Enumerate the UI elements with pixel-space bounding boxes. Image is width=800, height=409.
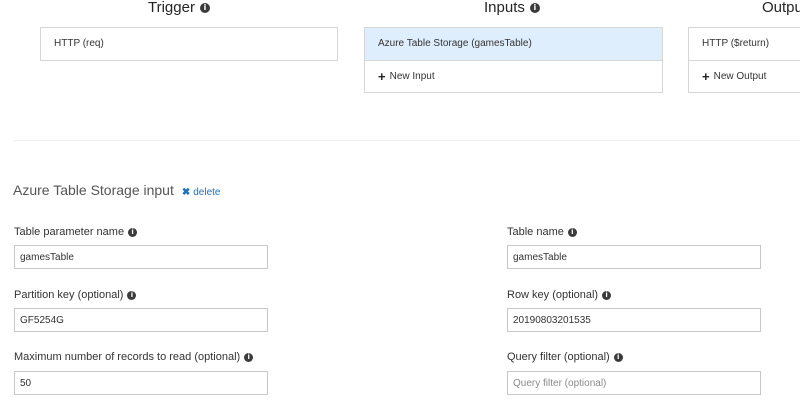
- table-name-label: Table name i: [507, 226, 577, 238]
- info-icon[interactable]: i: [602, 290, 612, 300]
- info-icon[interactable]: i: [199, 3, 210, 13]
- new-input-label: New Input: [389, 70, 435, 82]
- partition-key-input[interactable]: [14, 308, 268, 332]
- new-output-button[interactable]: + New Output: [689, 60, 800, 92]
- max-records-label-text: Maximum number of records to read (optio…: [14, 351, 241, 363]
- info-icon[interactable]: i: [127, 290, 137, 300]
- trigger-title: Trigger: [148, 0, 195, 16]
- output-item-label: HTTP ($return): [702, 38, 770, 49]
- input-item-label: Azure Table Storage (gamesTable): [378, 38, 532, 49]
- query-filter-label-text: Query filter (optional): [507, 351, 610, 363]
- section-header: Azure Table Storage input ✖ delete: [13, 182, 221, 198]
- inputs-card: Azure Table Storage (gamesTable) + New I…: [364, 27, 663, 93]
- table-parameter-name-label-text: Table parameter name: [14, 226, 125, 238]
- info-icon[interactable]: i: [567, 227, 577, 237]
- query-filter-input[interactable]: [507, 371, 761, 395]
- max-records-input[interactable]: [14, 371, 268, 395]
- plus-icon: +: [702, 68, 710, 84]
- info-icon[interactable]: i: [529, 3, 540, 13]
- row-key-label: Row key (optional) i: [507, 289, 612, 301]
- input-item-games-table[interactable]: Azure Table Storage (gamesTable): [365, 28, 662, 60]
- info-icon[interactable]: i: [244, 352, 254, 362]
- inputs-title: Inputs: [484, 0, 525, 16]
- trigger-header: Trigger i: [148, 0, 210, 16]
- row-key-label-text: Row key (optional): [507, 289, 599, 301]
- max-records-label: Maximum number of records to read (optio…: [14, 351, 254, 363]
- trigger-card: HTTP (req): [40, 27, 338, 61]
- x-icon: ✖: [181, 187, 191, 198]
- trigger-item[interactable]: HTTP (req): [41, 28, 337, 60]
- section-title: Azure Table Storage input: [13, 182, 174, 198]
- inputs-header: Inputs i: [484, 0, 540, 16]
- partition-key-label: Partition key (optional) i: [14, 289, 137, 301]
- partition-key-label-text: Partition key (optional): [14, 289, 124, 301]
- delete-link[interactable]: ✖ delete: [182, 187, 221, 198]
- section-divider: [13, 140, 800, 141]
- trigger-item-label: HTTP (req): [54, 38, 104, 49]
- delete-label: delete: [193, 187, 221, 198]
- outputs-header: Outpu: [762, 0, 800, 16]
- outputs-card: HTTP ($return) + New Output: [688, 27, 800, 93]
- table-parameter-name-input[interactable]: [14, 245, 268, 269]
- table-name-input[interactable]: [507, 245, 761, 269]
- new-output-label: New Output: [713, 70, 767, 82]
- info-icon[interactable]: i: [128, 227, 138, 237]
- row-key-input[interactable]: [507, 308, 761, 332]
- outputs-title: Outpu: [762, 0, 800, 16]
- plus-icon: +: [378, 68, 386, 84]
- query-filter-label: Query filter (optional) i: [507, 351, 623, 363]
- function-integrate-page: Trigger i Inputs i Outpu HTTP (req) Azur…: [0, 0, 800, 409]
- info-icon[interactable]: i: [613, 352, 623, 362]
- table-name-label-text: Table name: [507, 226, 564, 238]
- table-parameter-name-label: Table parameter name i: [14, 226, 138, 238]
- new-input-button[interactable]: + New Input: [365, 60, 662, 92]
- output-item-http[interactable]: HTTP ($return): [689, 28, 800, 60]
